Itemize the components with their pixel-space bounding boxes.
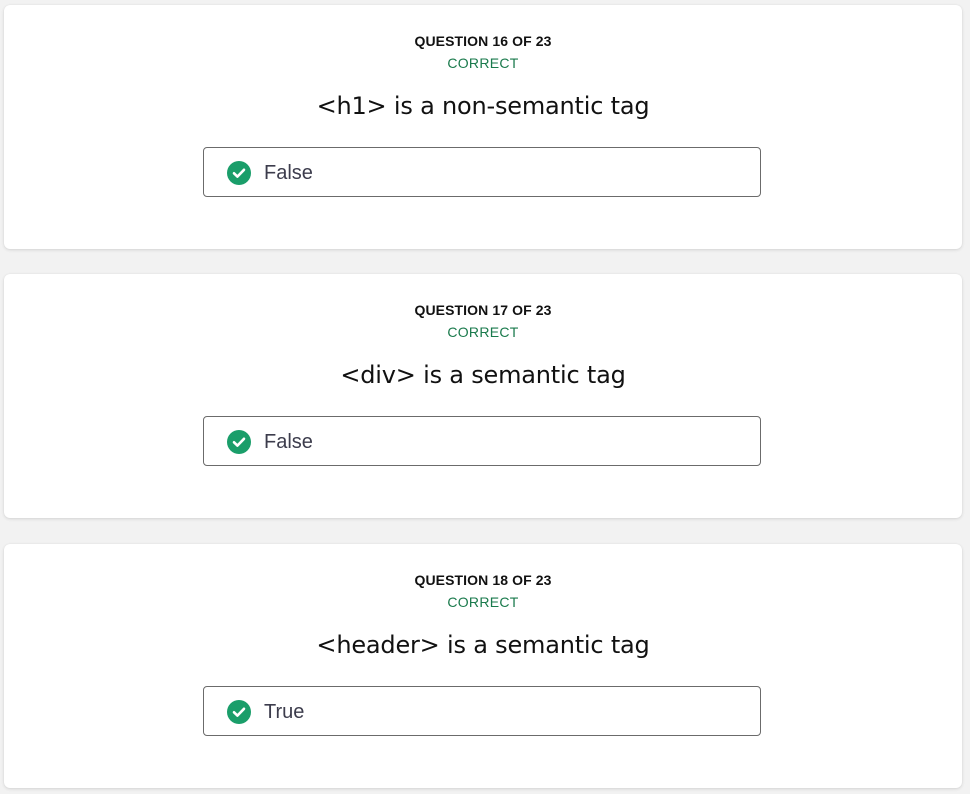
question-text: <h1> is a non-semantic tag [316, 92, 650, 120]
question-counter: QUESTION 17 OF 23 [414, 302, 552, 318]
answer-option[interactable]: False [203, 147, 761, 197]
answer-option[interactable]: False [203, 416, 761, 466]
check-circle-icon [227, 430, 251, 454]
question-counter: QUESTION 18 OF 23 [414, 572, 552, 588]
question-text: <div> is a semantic tag [340, 361, 626, 389]
answer-option[interactable]: True [203, 686, 761, 736]
check-circle-icon [227, 700, 251, 724]
answer-label: False [264, 162, 313, 184]
check-circle-icon [227, 161, 251, 185]
question-status: CORRECT [447, 594, 519, 610]
answer-label: True [264, 701, 305, 723]
question-status: CORRECT [447, 55, 519, 71]
question-card-16: QUESTION 16 OF 23 CORRECT <h1> is a non-… [4, 5, 962, 249]
question-text: <header> is a semantic tag [316, 631, 650, 659]
question-counter: QUESTION 16 OF 23 [414, 33, 552, 49]
question-status: CORRECT [447, 324, 519, 340]
answer-label: False [264, 431, 313, 453]
question-card-18: QUESTION 18 OF 23 CORRECT <header> is a … [4, 544, 962, 788]
question-card-17: QUESTION 17 OF 23 CORRECT <div> is a sem… [4, 274, 962, 518]
